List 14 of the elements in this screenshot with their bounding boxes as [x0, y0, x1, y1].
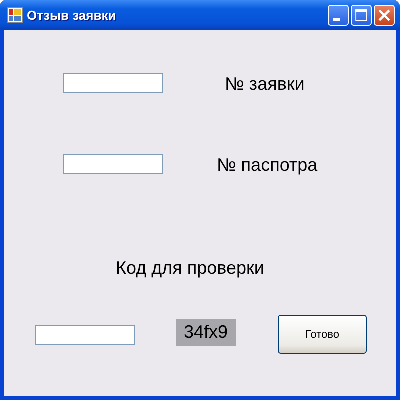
- input-field[interactable]: [63, 154, 163, 174]
- minimize-icon: [333, 18, 340, 20]
- window-icon: [7, 7, 23, 23]
- input-field[interactable]: [63, 73, 163, 93]
- window-title: Отзыв заявки: [27, 8, 118, 22]
- minimize-button[interactable]: [328, 4, 349, 26]
- captcha-code: 34fx9: [176, 319, 236, 346]
- field-label: № заявки: [225, 74, 305, 95]
- maximize-button[interactable]: [351, 4, 372, 26]
- close-button[interactable]: [374, 4, 395, 26]
- field-label: № паспотра: [217, 155, 318, 176]
- captcha-input-field[interactable]: [35, 325, 135, 345]
- captcha-label: Код для проверки: [116, 258, 264, 279]
- done-button[interactable]: Готово: [278, 315, 367, 354]
